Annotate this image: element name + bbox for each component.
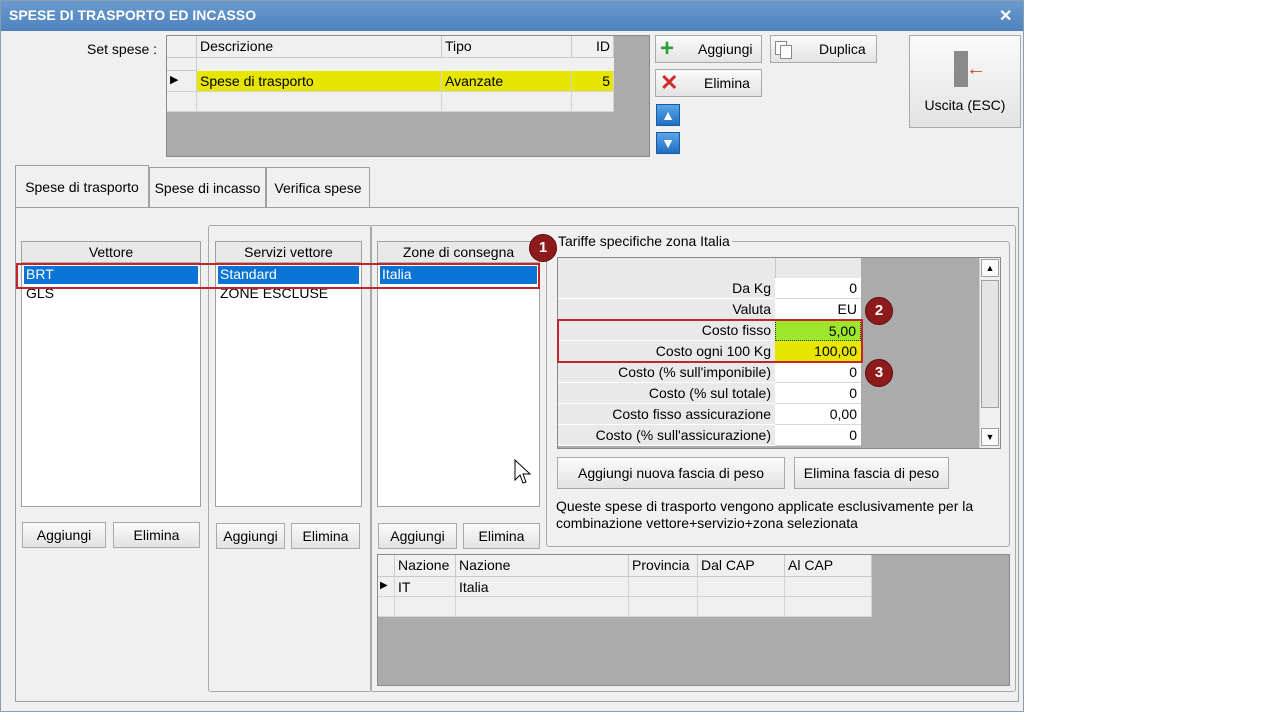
- grid-spacer: [167, 58, 197, 71]
- new-row-cell[interactable]: [572, 92, 614, 112]
- plus-icon: +: [660, 35, 675, 62]
- annotation-badge-3: 3: [865, 359, 893, 387]
- arrow-up-icon[interactable]: ▲: [656, 104, 680, 126]
- new-row-indicator: [167, 92, 197, 112]
- window-title: SPESE DI TRASPORTO ED INCASSO: [9, 7, 257, 23]
- nazioni-grid: Nazione Nazione Provincia Dal CAP Al CAP…: [377, 554, 1010, 686]
- scroll-down-icon[interactable]: ▼: [981, 428, 999, 446]
- uscita-label: Uscita (ESC): [924, 96, 1006, 113]
- prop-valuta-value[interactable]: EU: [775, 299, 861, 320]
- cell-tipo[interactable]: Avanzate: [442, 71, 572, 92]
- prop-valuta-label: Valuta: [558, 299, 775, 320]
- exit-door-icon: ←: [950, 50, 986, 87]
- new-row-cell[interactable]: [785, 597, 872, 617]
- tariffe-title: Tariffe specifiche zona Italia: [556, 233, 732, 249]
- annotation-box-costs: [557, 319, 863, 363]
- vettore-elimina-button[interactable]: Elimina: [113, 522, 200, 548]
- prop-assicurazione-value[interactable]: 0,00: [775, 404, 861, 425]
- new-row-indicator: [378, 597, 395, 617]
- zone-aggiungi-button[interactable]: Aggiungi: [378, 523, 457, 549]
- prop-da-kg-label: Da Kg: [558, 278, 775, 299]
- new-row-cell[interactable]: [197, 92, 442, 112]
- mouse-cursor-icon: [514, 458, 532, 484]
- vettore-aggiungi-button[interactable]: Aggiungi: [22, 522, 106, 548]
- new-row-cell[interactable]: [698, 597, 785, 617]
- duplica-button[interactable]: Duplica: [770, 35, 877, 63]
- main-window: SPESE DI TRASPORTO ED INCASSO ✕ Set spes…: [0, 0, 1024, 712]
- aggiungi-set-button[interactable]: + Aggiungi: [655, 35, 762, 63]
- table-row[interactable]: ▶ IT Italia: [378, 577, 872, 597]
- prop-assicurazione-label: Costo fisso assicurazione: [558, 404, 775, 425]
- row-indicator-icon: ▶: [167, 71, 197, 92]
- copy-icon: [775, 41, 792, 59]
- close-icon[interactable]: ✕: [999, 6, 1012, 26]
- prop-da-kg-value[interactable]: 0: [775, 278, 861, 299]
- delete-x-icon: ✕: [660, 70, 679, 95]
- duplica-label: Duplica: [819, 41, 866, 57]
- col-descrizione[interactable]: Descrizione: [197, 36, 442, 58]
- annotation-badge-2: 2: [865, 297, 893, 325]
- elimina-set-button[interactable]: ✕ Elimina: [655, 69, 762, 97]
- cell-descrizione[interactable]: Spese di trasporto: [197, 71, 442, 92]
- elimina-label: Elimina: [704, 75, 750, 91]
- col-al-cap[interactable]: Al CAP: [785, 555, 872, 577]
- elimina-fascia-button[interactable]: Elimina fascia di peso: [794, 457, 949, 489]
- uscita-button[interactable]: ← Uscita (ESC): [909, 35, 1021, 128]
- new-row-cell[interactable]: [629, 597, 698, 617]
- cell-provincia[interactable]: [629, 577, 698, 597]
- col-provincia[interactable]: Provincia: [629, 555, 698, 577]
- col-dal-cap[interactable]: Dal CAP: [698, 555, 785, 577]
- annotation-badge-1: 1: [529, 234, 557, 262]
- set-spese-grid: Descrizione Tipo ID ▶ Spese di trasporto…: [166, 35, 650, 157]
- vettore-header: Vettore: [22, 242, 200, 263]
- new-row-cell[interactable]: [442, 92, 572, 112]
- tab-spese-incasso[interactable]: Spese di incasso: [149, 167, 266, 207]
- zone-elimina-button[interactable]: Elimina: [463, 523, 540, 549]
- col-tipo[interactable]: Tipo: [442, 36, 572, 58]
- cell-nazione-code[interactable]: IT: [395, 577, 456, 597]
- tariffe-scrollbar[interactable]: ▲ ▼: [979, 258, 1000, 448]
- grid-corner: [378, 555, 395, 577]
- cell-nazione-name[interactable]: Italia: [456, 577, 629, 597]
- servizi-elimina-button[interactable]: Elimina: [291, 523, 360, 549]
- servizi-header: Servizi vettore: [216, 242, 361, 263]
- tariffe-note: Queste spese di trasporto vengono applic…: [556, 498, 974, 531]
- new-row-cell[interactable]: [456, 597, 629, 617]
- prop-costo-imponibile-value[interactable]: 0: [775, 362, 861, 383]
- col-id[interactable]: ID: [572, 36, 614, 58]
- arrow-down-icon[interactable]: ▼: [656, 132, 680, 154]
- prop-costo-imponibile-label: Costo (% sull'imponibile): [558, 362, 775, 383]
- scroll-up-icon[interactable]: ▲: [981, 259, 999, 277]
- table-row[interactable]: ▶ Spese di trasporto Avanzate 5: [167, 71, 614, 92]
- tariffe-header-label: [558, 258, 775, 279]
- servizi-aggiungi-button[interactable]: Aggiungi: [216, 523, 285, 549]
- cell-al-cap[interactable]: [785, 577, 872, 597]
- annotation-box-selection: [16, 263, 540, 289]
- aggiungi-fascia-button[interactable]: Aggiungi nuova fascia di peso: [557, 457, 785, 489]
- cell-id[interactable]: 5: [572, 71, 614, 92]
- prop-costo-assicurazione-label: Costo (% sull'assicurazione): [558, 425, 775, 446]
- tariffe-header-col: [775, 258, 861, 278]
- prop-costo-assicurazione-value[interactable]: 0: [775, 425, 861, 446]
- grid-spacer-row: [197, 58, 614, 71]
- tab-spese-trasporto[interactable]: Spese di trasporto: [15, 165, 149, 207]
- title-bar: SPESE DI TRASPORTO ED INCASSO ✕: [1, 1, 1023, 31]
- scroll-thumb[interactable]: [981, 280, 999, 408]
- prop-costo-totale-value[interactable]: 0: [775, 383, 861, 404]
- set-spese-label: Set spese :: [87, 41, 158, 57]
- col-nazione-code[interactable]: Nazione: [395, 555, 456, 577]
- zone-header: Zone di consegna: [378, 242, 539, 263]
- tab-verifica-spese[interactable]: Verifica spese: [266, 167, 370, 207]
- col-nazione-name[interactable]: Nazione: [456, 555, 629, 577]
- prop-costo-totale-label: Costo (% sul totale): [558, 383, 775, 404]
- grid-corner: [167, 36, 197, 58]
- cell-dal-cap[interactable]: [698, 577, 785, 597]
- aggiungi-label: Aggiungi: [698, 41, 753, 57]
- row-indicator-icon: ▶: [378, 577, 395, 597]
- new-row-cell[interactable]: [395, 597, 456, 617]
